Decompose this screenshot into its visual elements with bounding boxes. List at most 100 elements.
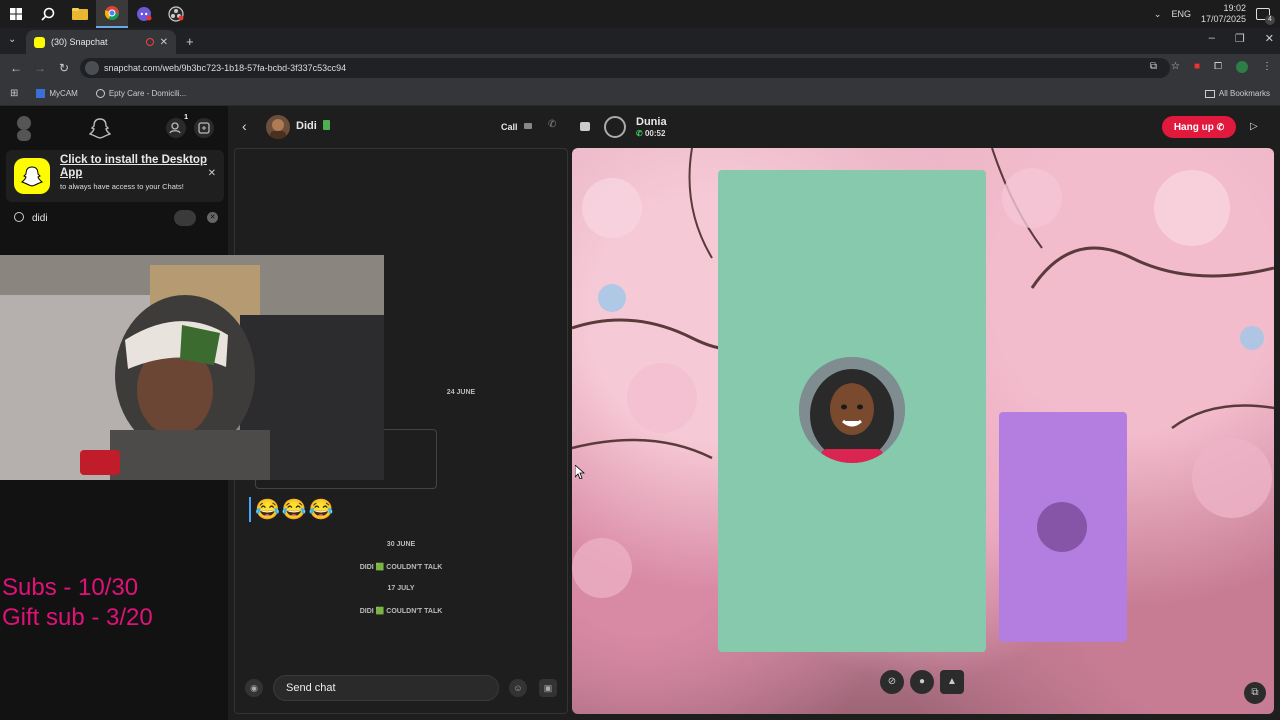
gift-subs-goal: Gift sub - 3/20	[2, 604, 153, 631]
expand-panel-icon[interactable]: ▷	[1250, 121, 1258, 132]
mycam-favicon-icon	[36, 89, 46, 98]
extensions-puzzle-icon[interactable]: ⧠	[1214, 61, 1222, 73]
camera-off-icon[interactable]: ⊘	[880, 670, 904, 694]
phone-icon[interactable]: ✆	[548, 119, 556, 130]
bitmoji-avatar	[799, 357, 905, 463]
close-window-icon[interactable]: ✕	[1265, 32, 1274, 45]
new-chat-icon[interactable]	[194, 118, 214, 138]
bookmark-label: Epty Care - Domicili...	[108, 89, 187, 98]
hang-up-icon: ✆	[1216, 122, 1225, 132]
file-explorer-icon[interactable]	[64, 0, 96, 28]
bookmark-mycam[interactable]: MyCAM	[36, 89, 78, 98]
folder-icon	[1204, 89, 1215, 98]
site-info-icon[interactable]	[85, 61, 99, 75]
compose-bar: ◉ Send chat ☺ ▣	[243, 675, 561, 701]
participant-tile-self[interactable]	[999, 412, 1127, 642]
notification-count: 4	[1265, 15, 1275, 25]
green-emoji-icon	[322, 120, 330, 130]
date-separator: 17 JULY	[387, 585, 415, 592]
hang-up-label: Hang up	[1173, 122, 1214, 133]
participant-tile-main[interactable]	[718, 170, 986, 652]
search-result-avatar[interactable]	[174, 210, 196, 226]
emoji-icon[interactable]: ☺	[509, 679, 527, 697]
phone-active-icon: ✆	[636, 129, 643, 138]
windows-taskbar: ⌄ ENG 19:02 17/07/2025 4	[0, 0, 1280, 28]
bookmark-label: MyCAM	[49, 89, 78, 98]
extension-red-icon[interactable]: ■	[1194, 61, 1200, 73]
friend-name[interactable]: Didi	[296, 120, 330, 132]
url-bar[interactable]: snapchat.com/web/9b3bc723-1b18-57fa-bcbd…	[80, 58, 1170, 78]
language-indicator[interactable]: ENG	[1171, 9, 1191, 19]
install-app-icon[interactable]: ⧉	[1150, 61, 1157, 73]
clear-search-icon[interactable]: ✕	[207, 212, 218, 223]
caller-avatar-icon[interactable]	[604, 116, 626, 138]
call-header: Dunia ✆ 00:52 Hang up ✆ ▷	[568, 106, 1280, 148]
video-call-icon[interactable]	[524, 123, 532, 129]
new-tab-icon[interactable]: +	[186, 34, 194, 49]
share-screen-icon[interactable]: ▲	[940, 670, 964, 694]
clock[interactable]: 19:02 17/07/2025	[1201, 3, 1246, 25]
camera-icon[interactable]: ◉	[245, 679, 263, 697]
popout-icon[interactable]: ⧉	[1244, 682, 1266, 704]
discord-icon[interactable]	[128, 0, 160, 28]
install-title[interactable]: Click to install the Desktop App	[60, 154, 218, 180]
mouse-cursor-icon	[575, 465, 585, 479]
search-icon[interactable]	[32, 0, 64, 28]
browser-tab-strip: ⌄ (30) Snapchat ✕ + – ❐ ✕	[0, 28, 1280, 54]
clock-time: 19:02	[1223, 3, 1246, 13]
chat-header: ‹ Didi Call ✆	[228, 106, 568, 148]
sidebar-header: 1	[0, 106, 228, 150]
webcam-overlay	[0, 255, 384, 480]
notification-icon[interactable]: 4	[1256, 8, 1275, 25]
call-label[interactable]: Call	[501, 122, 518, 132]
chevron-up-icon[interactable]: ⌄	[1154, 9, 1162, 20]
install-desktop-banner[interactable]: Click to install the Desktop App to alwa…	[6, 150, 224, 202]
friend-request-badge: 1	[184, 114, 188, 121]
recording-icon	[145, 38, 154, 46]
browser-toolbar: ← → ↻ snapchat.com/web/9b3bc723-1b18-57f…	[0, 54, 1280, 82]
restore-icon[interactable]: ❐	[1235, 32, 1245, 45]
chrome-icon[interactable]	[96, 0, 128, 28]
bookmark-epty-care[interactable]: Epty Care - Domicili...	[95, 89, 187, 98]
obs-icon[interactable]	[160, 0, 192, 28]
microphone-icon[interactable]: ●	[910, 670, 934, 694]
reload-icon[interactable]: ↻	[52, 61, 76, 75]
profile-avatar-icon[interactable]	[1236, 61, 1248, 73]
tab-close-icon[interactable]: ✕	[160, 37, 168, 48]
tab-list-icon[interactable]: ⌄	[8, 34, 16, 45]
send-chat-input[interactable]: Send chat	[273, 675, 499, 701]
sticker-icon[interactable]: ▣	[539, 679, 557, 697]
call-status: DIDI 🟩 COULDN'T TALK	[359, 608, 443, 615]
profile-avatar-icon[interactable]	[14, 115, 34, 141]
call-video-stage: ⊘ ● ▲ ⧉	[572, 148, 1274, 714]
url-text: snapchat.com/web/9b3bc723-1b18-57fa-bcbd…	[104, 63, 347, 73]
friend-avatar[interactable]	[266, 115, 290, 139]
search-input[interactable]: didi	[32, 213, 48, 224]
chat-bubble-icon[interactable]	[580, 122, 590, 131]
back-arrow-icon[interactable]: ‹	[242, 118, 247, 134]
windows-start-icon[interactable]	[0, 0, 32, 28]
back-icon[interactable]: ←	[4, 61, 28, 75]
close-banner-icon[interactable]: ✕	[208, 168, 216, 179]
apps-grid-icon[interactable]: ⊞	[10, 88, 18, 99]
minimize-icon[interactable]: –	[1209, 32, 1215, 45]
snapchat-favicon-icon	[34, 36, 45, 48]
ghost-icon[interactable]	[88, 117, 112, 139]
all-bookmarks[interactable]: All Bookmarks	[1204, 89, 1270, 98]
bookmarks-bar: ⊞ MyCAM Epty Care - Domicili... All Book…	[0, 82, 1280, 106]
search-field[interactable]: didi ✕	[6, 206, 224, 230]
friend-name-text: Didi	[296, 120, 317, 132]
all-bookmarks-label: All Bookmarks	[1218, 89, 1270, 98]
window-controls: – ❐ ✕	[1209, 32, 1274, 45]
tab-snapchat[interactable]: (30) Snapchat ✕	[26, 30, 176, 54]
browser-extensions: ⧉ ☆ ■ ⧠ ⋮	[1150, 61, 1272, 73]
call-timer-text: 00:52	[644, 129, 666, 138]
hang-up-button[interactable]: Hang up ✆	[1162, 116, 1236, 138]
bookmark-star-icon[interactable]: ☆	[1171, 61, 1180, 73]
add-friend-icon[interactable]: 1	[166, 114, 188, 138]
forward-icon[interactable]: →	[28, 61, 52, 75]
emoji-message[interactable]: 😂😂😂	[249, 497, 336, 522]
globe-icon	[95, 89, 105, 98]
webcam-feed	[0, 255, 384, 480]
menu-kebab-icon[interactable]: ⋮	[1262, 61, 1272, 73]
